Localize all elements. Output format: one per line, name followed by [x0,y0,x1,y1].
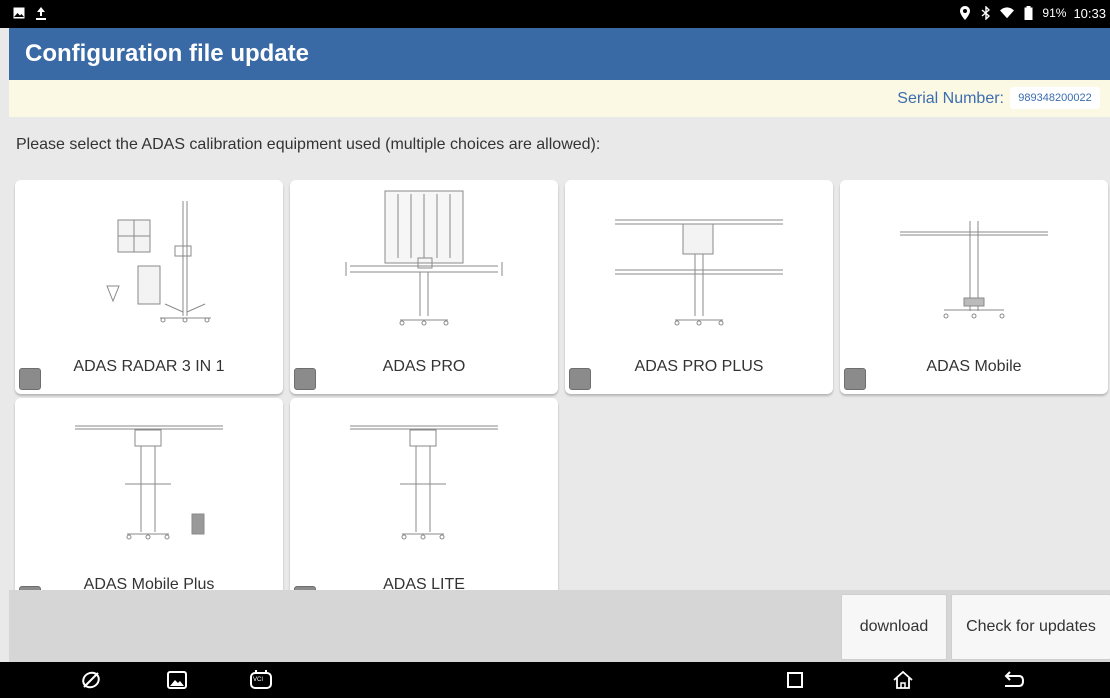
wifi-icon [1000,4,1015,22]
serial-number-label: Serial Number: [897,90,1004,107]
image-icon [12,4,26,22]
equipment-label: ADAS LITE [383,576,465,590]
equipment-card-adas-mobile[interactable]: ADAS Mobile [840,180,1108,394]
bluetooth-icon [979,4,993,22]
equipment-label: ADAS Mobile Plus [83,576,215,590]
equipment-card-adas-lite[interactable]: ADAS LITE [290,398,558,590]
download-button[interactable]: download [841,594,947,660]
equipment-checkbox[interactable] [19,368,41,390]
page-title: Configuration file update [25,40,309,67]
battery-icon [1021,4,1035,22]
adas-lite-image [350,425,498,540]
adas-mobile-plus-image [75,425,223,540]
action-bar: download Check for updates [9,590,1110,662]
equipment-checkbox[interactable] [844,368,866,390]
status-bar: 91% 10:33 [0,0,1110,28]
clock: 10:33 [1073,5,1106,21]
equipment-card-adas-mobile-plus[interactable]: ADAS Mobile Plus [15,398,283,590]
adas-pro-image [345,190,503,326]
vci-label: VCI [253,677,264,683]
equipment-checkbox[interactable] [569,368,591,390]
equipment-card-adas-pro-plus[interactable]: ADAS PRO PLUS [565,180,833,394]
equipment-label: ADAS RADAR 3 IN 1 [73,358,225,375]
serial-number-value: 989348200022 [1010,87,1100,109]
vci-icon[interactable]: VCI [244,667,278,693]
equipment-grid: ADAS RADAR 3 IN 1 ADAS PRO ADAS PRO PLUS… [9,170,1110,590]
home-icon[interactable] [890,667,916,693]
upload-icon [34,4,48,22]
equipment-label: ADAS PRO PLUS [634,358,764,375]
instruction-text: Please select the ADAS calibration equip… [16,136,601,153]
gallery-icon[interactable] [164,667,190,693]
navigation-bar: VCI [0,662,1110,698]
back-icon[interactable] [1000,667,1026,693]
title-bar: Configuration file update [9,28,1110,80]
adas-mobile-image [900,221,1048,319]
equipment-label: ADAS Mobile [926,358,1022,375]
equipment-label: ADAS PRO [382,358,466,375]
equipment-checkbox[interactable] [294,368,316,390]
battery-percent: 91% [1042,6,1067,20]
equipment-card-adas-pro[interactable]: ADAS PRO [290,180,558,394]
radar-3-in-1-image [106,201,211,323]
browser-icon[interactable] [78,667,104,693]
location-icon [958,4,972,22]
adas-pro-plus-image [615,219,783,326]
check-for-updates-button[interactable]: Check for updates [951,594,1110,660]
serial-bar: Serial Number: 989348200022 [9,80,1110,117]
equipment-card-radar-3-in-1[interactable]: ADAS RADAR 3 IN 1 [15,180,283,394]
recents-icon[interactable] [782,667,808,693]
